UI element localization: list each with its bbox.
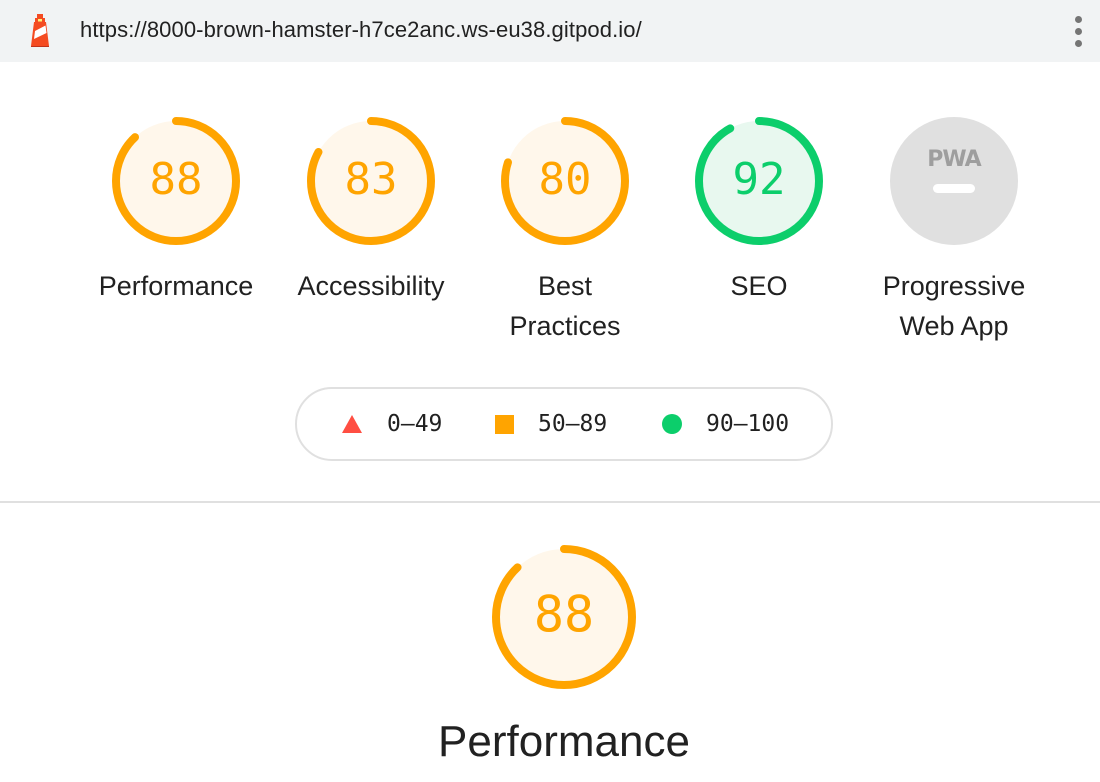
gauge-score: 88 [150, 154, 203, 205]
gauge-score: 92 [733, 154, 786, 205]
scores-header: 88 Performance 83 Accessibility 80 Best … [0, 62, 1100, 502]
gauge-performance[interactable]: 88 Performance [86, 116, 266, 306]
category-gauge-performance[interactable]: 88 [490, 543, 638, 691]
url-text[interactable]: https://8000-brown-hamster-h7ce2anc.ws-e… [80, 0, 642, 62]
legend-range: 90–100 [706, 411, 790, 437]
gauge-seo[interactable]: 92 SEO [669, 116, 849, 306]
gauge-label: SEO [730, 271, 788, 301]
gauge-ring: 80 [501, 117, 629, 245]
gauge-label: Accessibility [297, 271, 445, 301]
circle-icon [662, 414, 682, 434]
gauge-ring: 92 [695, 117, 823, 245]
legend-range: 0–49 [387, 411, 443, 437]
gauge-best-practices[interactable]: 80 Best Practices [475, 116, 655, 346]
triangle-icon [342, 415, 362, 433]
gauge-ring: 83 [307, 117, 435, 245]
gauge-label: Performance [98, 271, 254, 301]
gauge-score: 83 [345, 154, 398, 205]
gauge-label: Best Practices [509, 271, 621, 341]
category-title: Performance [438, 717, 690, 766]
legend-range: 50–89 [538, 411, 608, 437]
legend-item-pass: 90–100 [662, 389, 789, 459]
browser-toolbar: https://8000-brown-hamster-h7ce2anc.ws-e… [0, 0, 1100, 62]
gauge-score: 80 [539, 154, 592, 205]
legend-item-average: 50–89 [495, 389, 607, 459]
dash-icon [933, 184, 975, 193]
gauge-ring: 88 [112, 117, 240, 245]
lighthouse-icon [26, 12, 54, 48]
pwa-badge-icon: PWA [890, 117, 1018, 245]
square-icon [495, 414, 514, 434]
gauge-label: Progressive Web App [882, 271, 1026, 341]
section-divider [0, 501, 1100, 503]
gauge-pwa[interactable]: PWA Progressive Web App [864, 116, 1044, 346]
kebab-menu-icon[interactable] [1066, 12, 1090, 50]
score-scale-legend: 0–49 50–89 90–100 [295, 387, 833, 461]
pwa-badge-text: PWA [927, 147, 981, 172]
gauge-ring: 88 [492, 545, 636, 689]
category-score: 88 [534, 586, 594, 644]
legend-item-fail: 0–49 [341, 389, 442, 459]
gauge-accessibility[interactable]: 83 Accessibility [281, 116, 461, 306]
